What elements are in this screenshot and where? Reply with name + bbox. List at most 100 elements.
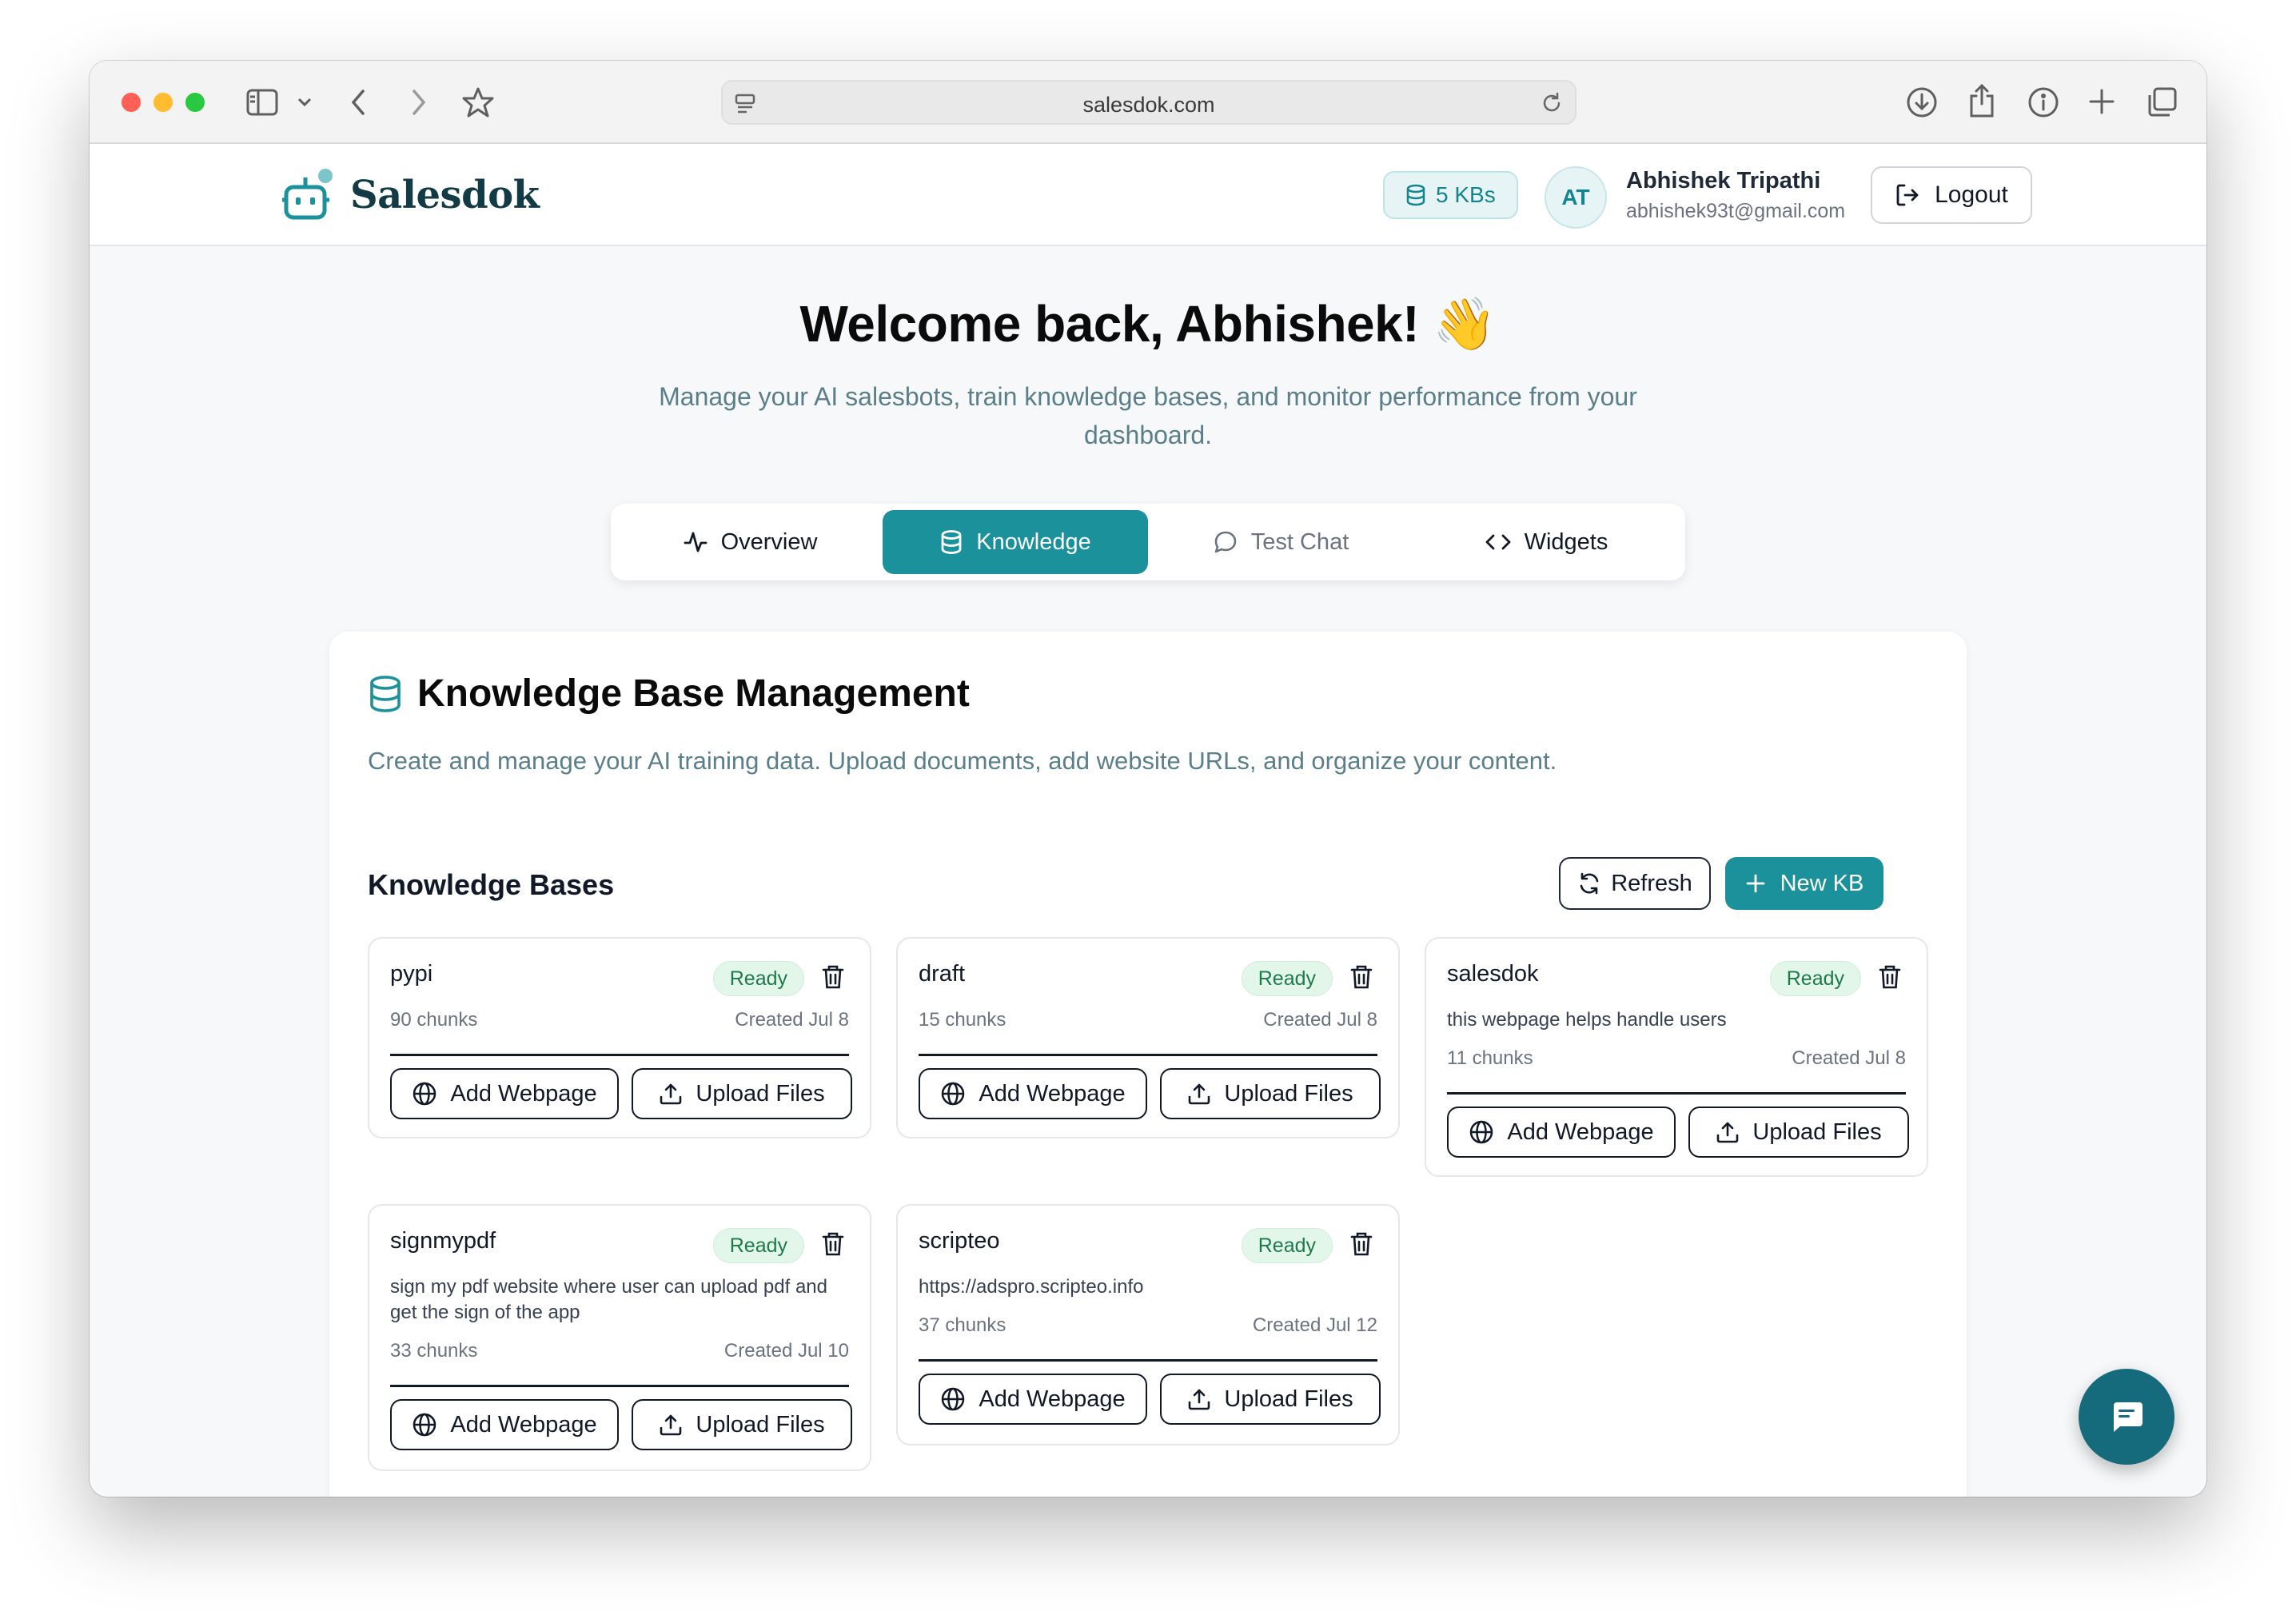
tab-test-chat[interactable]: Test Chat — [1148, 510, 1413, 574]
upload-files-button[interactable]: Upload Files — [632, 1399, 852, 1450]
new-tab-icon[interactable] — [2088, 88, 2115, 115]
globe-icon — [412, 1412, 437, 1438]
minimize-window-button[interactable] — [153, 93, 173, 112]
user-name: Abhishek Tripathi — [1626, 168, 1821, 193]
knowledge-base-panel: Knowledge Base Management Create and man… — [329, 632, 1967, 1497]
kb-chunks: 90 chunks — [390, 1009, 478, 1031]
logout-icon — [1895, 182, 1920, 208]
panel-header: Knowledge Base Management — [368, 672, 970, 716]
add-webpage-button[interactable]: Add Webpage — [390, 1399, 619, 1450]
knowledge-bases-heading: Knowledge Bases — [368, 868, 615, 901]
add-webpage-button[interactable]: Add Webpage — [1447, 1107, 1676, 1158]
refresh-icon — [1577, 871, 1601, 895]
upload-files-button[interactable]: Upload Files — [632, 1068, 852, 1119]
upload-files-label: Upload Files — [1224, 1386, 1353, 1412]
logout-label: Logout — [1935, 181, 2008, 208]
tab-knowledge[interactable]: Knowledge — [883, 510, 1148, 574]
add-webpage-label: Add Webpage — [450, 1080, 597, 1107]
refresh-button[interactable]: Refresh — [1559, 857, 1711, 910]
kb-name: salesdok — [1447, 961, 1539, 987]
upload-icon — [1187, 1082, 1211, 1106]
upload-icon — [659, 1082, 683, 1106]
tab-overview-icon[interactable] — [2146, 86, 2178, 118]
status-badge: Ready — [1769, 961, 1861, 996]
forward-icon[interactable] — [411, 88, 427, 117]
upload-files-button[interactable]: Upload Files — [1688, 1107, 1909, 1158]
card-divider — [919, 1359, 1377, 1362]
close-window-button[interactable] — [122, 93, 141, 112]
brand-logo[interactable]: Salesdok — [281, 166, 540, 224]
reload-icon[interactable] — [1540, 91, 1564, 115]
delete-kb-icon[interactable] — [1350, 1231, 1373, 1257]
kb-meta: 11 chunks Created Jul 8 — [1447, 1047, 1906, 1070]
kb-created: Created Jul 8 — [1263, 1009, 1377, 1031]
address-text: salesdok.com — [1082, 93, 1215, 117]
card-divider — [1447, 1092, 1906, 1095]
bookmark-star-icon[interactable] — [462, 86, 494, 118]
database-icon — [1405, 184, 1426, 206]
message-circle-icon — [1213, 529, 1238, 555]
kb-card: salesdok Ready this webpage helps handle… — [1425, 937, 1928, 1177]
tab-overview[interactable]: Overview — [617, 510, 883, 574]
upload-files-button[interactable]: Upload Files — [1160, 1068, 1381, 1119]
kb-chunks: 15 chunks — [919, 1009, 1006, 1031]
upload-icon — [1187, 1387, 1211, 1411]
chat-bubble-icon — [2109, 1399, 2144, 1434]
share-icon[interactable] — [1968, 83, 1995, 118]
upload-files-label: Upload Files — [696, 1411, 825, 1438]
kb-name: signmypdf — [390, 1228, 496, 1254]
upload-files-label: Upload Files — [1224, 1080, 1353, 1107]
kb-meta: 15 chunks Created Jul 8 — [919, 1009, 1377, 1031]
code-icon — [1485, 531, 1512, 553]
avatar[interactable]: AT — [1545, 166, 1607, 229]
dashboard-tabs: Overview Knowledge Test Chat Widgets — [611, 504, 1685, 580]
add-webpage-button[interactable]: Add Webpage — [919, 1374, 1147, 1425]
kb-card: signmypdf Ready sign my pdf website wher… — [368, 1204, 871, 1471]
add-webpage-label: Add Webpage — [979, 1386, 1126, 1412]
new-kb-label: New KB — [1780, 870, 1864, 896]
panel-description: Create and manage your AI training data.… — [368, 747, 1557, 775]
logout-button[interactable]: Logout — [1871, 166, 2032, 224]
back-icon[interactable] — [350, 88, 366, 117]
chevron-down-icon[interactable] — [297, 98, 312, 107]
kb-created: Created Jul 10 — [723, 1340, 849, 1362]
card-divider — [919, 1054, 1377, 1056]
delete-kb-icon[interactable] — [1350, 964, 1373, 990]
downloads-icon[interactable] — [1906, 86, 1938, 118]
new-kb-button[interactable]: New KB — [1725, 857, 1883, 910]
delete-kb-icon[interactable] — [822, 1231, 844, 1257]
tab-widgets-label: Widgets — [1524, 528, 1608, 555]
kb-name: scripteo — [919, 1228, 1000, 1254]
address-bar[interactable]: salesdok.com — [721, 80, 1577, 125]
globe-icon — [412, 1081, 437, 1107]
chat-widget-button[interactable] — [2079, 1369, 2174, 1465]
tab-widgets[interactable]: Widgets — [1413, 510, 1679, 574]
add-webpage-label: Add Webpage — [1507, 1119, 1654, 1145]
sidebar-toggle-icon[interactable] — [246, 88, 278, 117]
page-title: Welcome back, Abhishek! 👋 — [799, 295, 1497, 353]
add-webpage-button[interactable]: Add Webpage — [919, 1068, 1147, 1119]
kb-meta: 37 chunks Created Jul 12 — [919, 1314, 1377, 1337]
info-icon[interactable] — [2027, 86, 2059, 118]
tab-knowledge-label: Knowledge — [976, 528, 1091, 555]
user-email: abhishek93t@gmail.com — [1626, 200, 1846, 222]
kb-name: pypi — [390, 961, 433, 987]
kb-created: Created Jul 8 — [735, 1009, 849, 1031]
page-subtitle: Manage your AI salesbots, train knowledg… — [659, 382, 1637, 449]
tab-test-chat-label: Test Chat — [1250, 528, 1349, 555]
status-badge: Ready — [1241, 1228, 1333, 1263]
delete-kb-icon[interactable] — [1879, 964, 1901, 990]
card-divider — [390, 1054, 849, 1056]
kb-description: sign my pdf website where user can uploa… — [390, 1276, 827, 1323]
tab-overview-label: Overview — [720, 528, 818, 555]
globe-icon — [1469, 1119, 1494, 1145]
database-icon — [939, 529, 963, 555]
add-webpage-button[interactable]: Add Webpage — [390, 1068, 619, 1119]
kb-count-badge: 5 KBs — [1383, 171, 1518, 219]
upload-files-button[interactable]: Upload Files — [1160, 1374, 1381, 1425]
globe-icon — [940, 1386, 966, 1412]
delete-kb-icon[interactable] — [822, 964, 844, 990]
status-badge: Ready — [712, 961, 804, 996]
zoom-window-button[interactable] — [185, 93, 205, 112]
app-header: Salesdok 5 KBs AT Abhishek Tripathi abhi… — [90, 144, 2206, 246]
